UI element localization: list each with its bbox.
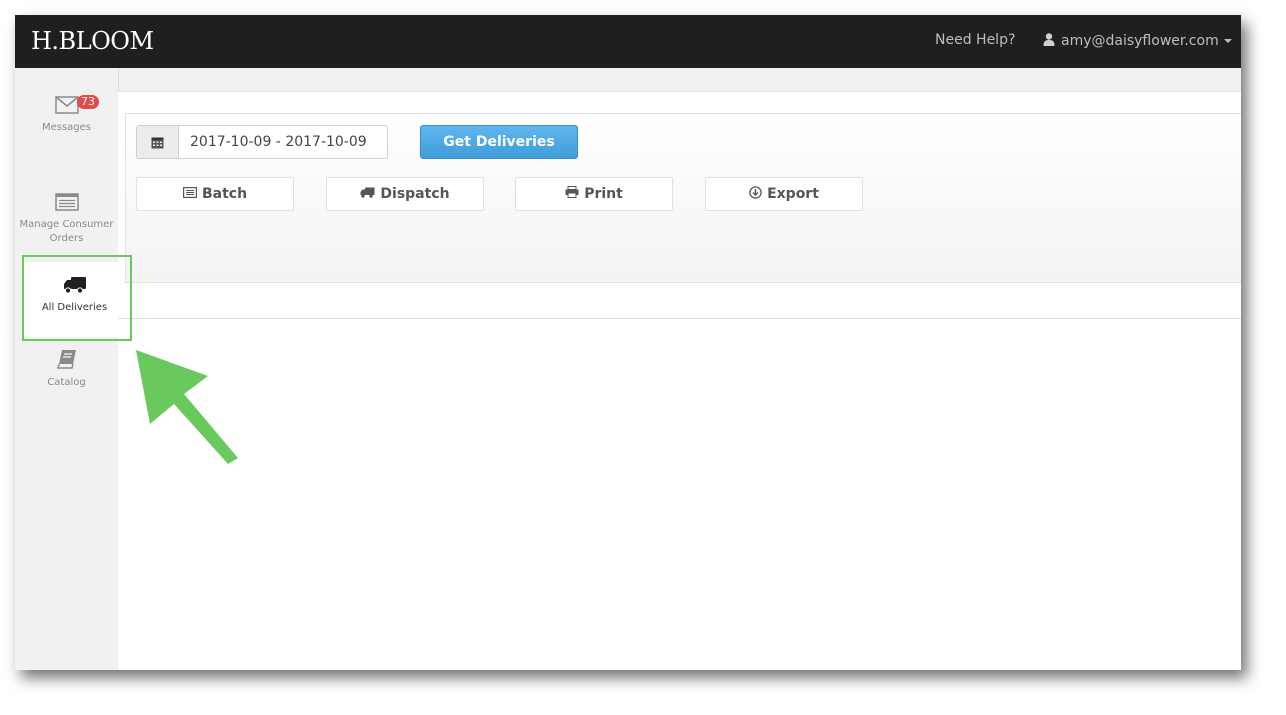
batch-button[interactable]: Batch [136, 177, 294, 211]
export-button[interactable]: Export [705, 177, 863, 211]
sidebar-item-catalog[interactable]: Catalog [15, 349, 118, 390]
book-icon [15, 349, 118, 374]
sidebar-item-label: Catalog [47, 377, 86, 388]
dispatch-label: Dispatch [380, 186, 450, 202]
batch-label: Batch [201, 186, 248, 202]
sidebar-item-manage-consumer-orders[interactable]: Manage Consumer Orders [15, 193, 118, 246]
get-deliveries-button[interactable]: Get Deliveries [420, 125, 578, 159]
user-icon [1043, 33, 1056, 46]
date-range-picker[interactable] [136, 125, 388, 159]
print-button[interactable]: Print [515, 177, 673, 211]
top-navbar: H.BLOOM Need Help? amy@daisyflower.com [15, 15, 1241, 68]
sidebar-item-label: Manage Consumer Orders [19, 219, 114, 244]
dispatch-button[interactable]: Dispatch [326, 177, 484, 211]
chevron-down-icon [1223, 39, 1232, 43]
need-help-link[interactable]: Need Help? [935, 32, 1015, 48]
callout-highlight-box [22, 255, 132, 341]
brand-logo[interactable]: H.BLOOM [31, 27, 154, 55]
sidebar-item-label: Messages [41, 122, 92, 133]
message-count-badge: 73 [77, 95, 99, 109]
date-range-input[interactable] [179, 126, 384, 158]
truck-icon [360, 186, 375, 202]
user-menu[interactable]: amy@daisyflower.com [1043, 32, 1232, 49]
callout-arrow-icon [136, 350, 238, 464]
list-icon [15, 193, 118, 216]
sidebar: 73 Messages Manage Consumer Orders All D… [15, 68, 126, 670]
batch-icon [182, 186, 197, 202]
envelope-icon [15, 96, 118, 119]
printer-icon [565, 186, 579, 202]
deliveries-results-area [118, 318, 1241, 670]
calendar-icon[interactable] [137, 126, 179, 158]
user-email: amy@daisyflower.com [1061, 33, 1219, 49]
print-label: Print [584, 186, 623, 202]
export-label: Export [767, 186, 819, 202]
download-circle-icon [749, 185, 762, 203]
sidebar-item-messages[interactable]: 73 Messages [15, 95, 118, 135]
